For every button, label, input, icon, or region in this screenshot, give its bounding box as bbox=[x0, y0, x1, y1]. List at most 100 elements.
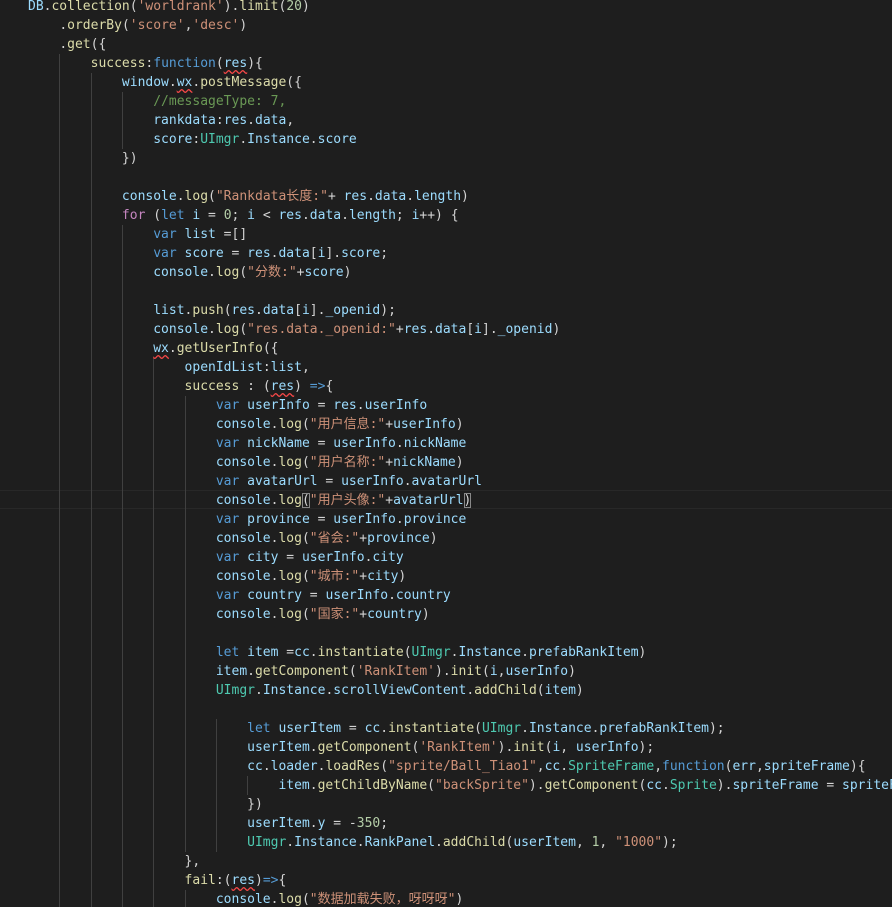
code-token: UImgr bbox=[411, 645, 451, 660]
code-line[interactable]: success:function(res){ bbox=[28, 54, 892, 73]
code-token: log bbox=[215, 265, 240, 280]
code-line[interactable]: console.log("用户信息:"+userInfo) bbox=[28, 415, 892, 434]
code-line[interactable]: var nickName = userInfo.nickName bbox=[28, 434, 892, 453]
code-token: country bbox=[395, 588, 451, 603]
code-token: data bbox=[262, 303, 295, 318]
code-token: ); bbox=[638, 740, 655, 755]
code-line[interactable]: score:UImgr.Instance.score bbox=[28, 130, 892, 149]
code-line[interactable]: var country = userInfo.country bbox=[28, 586, 892, 605]
code-token: . bbox=[309, 740, 318, 755]
code-token: res bbox=[223, 113, 248, 128]
code-token: "数据加载失败，呀呀呀" bbox=[309, 892, 456, 907]
code-token: orderBy bbox=[67, 18, 122, 33]
code-line[interactable]: //messageType: 7, bbox=[28, 92, 892, 111]
code-line[interactable]: let item =cc.instantiate(UImgr.Instance.… bbox=[28, 643, 892, 662]
code-line[interactable]: item.getComponent('RankItem').init(i,use… bbox=[28, 662, 892, 681]
code-line[interactable] bbox=[28, 624, 892, 643]
code-token: = bbox=[317, 474, 342, 489]
code-line[interactable]: UImgr.Instance.RankPanel.addChild(userIt… bbox=[28, 833, 892, 852]
code-line[interactable]: }) bbox=[28, 149, 892, 168]
code-lines[interactable]: DB.collection('worldrank').limit(20) .or… bbox=[28, 0, 892, 907]
code-line[interactable]: console.log("用户头像:"+avatarUrl) bbox=[28, 491, 892, 510]
code-line[interactable]: window.wx.postMessage({ bbox=[28, 73, 892, 92]
code-line[interactable]: fail:(res)=>{ bbox=[28, 871, 892, 890]
code-token: length bbox=[414, 189, 462, 204]
code-token: var bbox=[215, 474, 240, 489]
code-token: . bbox=[59, 18, 68, 33]
code-line[interactable]: var city = userInfo.city bbox=[28, 548, 892, 567]
code-token: item bbox=[247, 645, 279, 660]
code-token: ( bbox=[301, 892, 310, 907]
code-token: scrollViewContent bbox=[333, 683, 467, 698]
code-line[interactable]: DB.collection('worldrank').limit(20) bbox=[28, 0, 892, 16]
code-line[interactable]: .get({ bbox=[28, 35, 892, 54]
code-token: < bbox=[255, 208, 279, 223]
code-token: list bbox=[153, 303, 185, 318]
code-line[interactable]: console.log("Rankdata长度:"+ res.data.leng… bbox=[28, 187, 892, 206]
code-token: userItem bbox=[513, 835, 576, 850]
code-line[interactable]: userItem.y = -350; bbox=[28, 814, 892, 833]
code-line[interactable]: userItem.getComponent('RankItem').init(i… bbox=[28, 738, 892, 757]
code-line[interactable]: console.log("省会:"+province) bbox=[28, 529, 892, 548]
code-token: . bbox=[168, 341, 177, 356]
code-token: rankdata bbox=[153, 113, 216, 128]
code-line[interactable]: success : (res) =>{ bbox=[28, 377, 892, 396]
code-token: data bbox=[309, 208, 342, 223]
code-line[interactable]: let userItem = cc.instantiate(UImgr.Inst… bbox=[28, 719, 892, 738]
code-token: ) bbox=[552, 322, 561, 337]
code-line[interactable]: wx.getUserInfo({ bbox=[28, 339, 892, 358]
code-token: + bbox=[359, 569, 368, 584]
code-line[interactable]: console.log("用户名称:"+nickName) bbox=[28, 453, 892, 472]
code-token: Instance bbox=[528, 721, 592, 736]
code-token: ( bbox=[121, 18, 130, 33]
code-token: score bbox=[304, 265, 344, 280]
code-line[interactable]: list.push(res.data[i]._openid); bbox=[28, 301, 892, 320]
code-line[interactable]: }) bbox=[28, 795, 892, 814]
code-token: spriteFra bbox=[842, 778, 892, 793]
code-token: log bbox=[278, 417, 302, 432]
code-line[interactable]: console.log("城市:"+city) bbox=[28, 567, 892, 586]
code-token: log bbox=[278, 569, 302, 584]
code-line[interactable]: item.getChildByName("backSprite").getCom… bbox=[28, 776, 892, 795]
code-token: => bbox=[309, 379, 326, 394]
code-line[interactable]: cc.loader.loadRes("sprite/Ball_Tiao1",cc… bbox=[28, 757, 892, 776]
code-line[interactable] bbox=[28, 168, 892, 187]
code-token: ( bbox=[215, 56, 224, 71]
code-line[interactable]: }, bbox=[28, 852, 892, 871]
code-line[interactable]: rankdata:res.data, bbox=[28, 111, 892, 130]
code-line[interactable]: console.log("res.data._openid:"+res.data… bbox=[28, 320, 892, 339]
code-line[interactable]: var score = res.data[i].score; bbox=[28, 244, 892, 263]
code-line[interactable]: console.log("数据加载失败，呀呀呀") bbox=[28, 890, 892, 907]
code-editor[interactable]: DB.collection('worldrank').limit(20) .or… bbox=[0, 0, 892, 907]
code-token: . bbox=[168, 75, 177, 90]
code-line[interactable]: openIdList:list, bbox=[28, 358, 892, 377]
code-token: log bbox=[184, 189, 209, 204]
code-line[interactable]: var list =[] bbox=[28, 225, 892, 244]
code-token: openIdList bbox=[184, 360, 263, 375]
code-token: ) bbox=[455, 417, 464, 432]
code-token: getComponent bbox=[317, 740, 412, 755]
code-token: ( bbox=[301, 607, 310, 622]
code-token: var bbox=[153, 227, 177, 242]
code-token: res bbox=[343, 189, 368, 204]
code-token: userInfo bbox=[333, 512, 396, 527]
code-line[interactable]: console.log("国家:"+country) bbox=[28, 605, 892, 624]
code-token: score bbox=[341, 246, 381, 261]
code-token: ; bbox=[380, 246, 389, 261]
code-line[interactable]: var userInfo = res.userInfo bbox=[28, 396, 892, 415]
code-line[interactable]: console.log("分数:"+score) bbox=[28, 263, 892, 282]
code-line[interactable]: .orderBy('score','desc') bbox=[28, 16, 892, 35]
code-line[interactable]: for (let i = 0; i < res.data.length; i++… bbox=[28, 206, 892, 225]
code-line[interactable]: var avatarUrl = userInfo.avatarUrl bbox=[28, 472, 892, 491]
code-line[interactable] bbox=[28, 700, 892, 719]
code-line[interactable] bbox=[28, 282, 892, 301]
code-token: ) bbox=[638, 645, 647, 660]
code-line[interactable]: var province = userInfo.province bbox=[28, 510, 892, 529]
code-token: var bbox=[215, 512, 240, 527]
code-token: avatarUrl bbox=[411, 474, 482, 489]
code-line[interactable]: UImgr.Instance.scrollViewContent.addChil… bbox=[28, 681, 892, 700]
code-token: spriteFrame bbox=[732, 778, 819, 793]
